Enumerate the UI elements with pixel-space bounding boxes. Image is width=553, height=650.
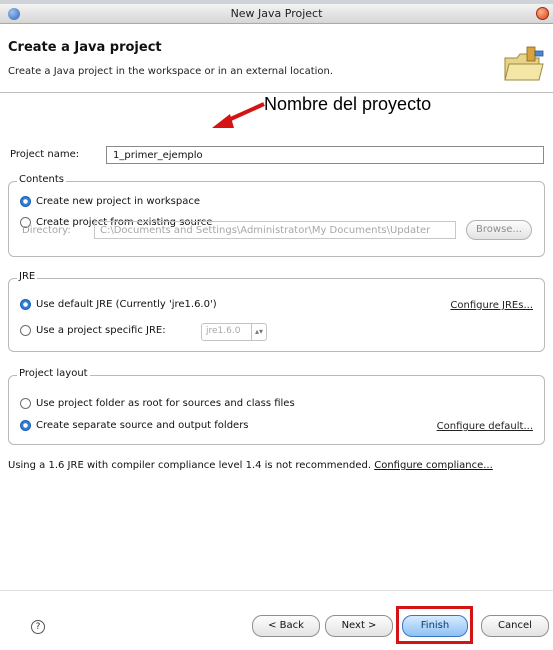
radio-unselected-icon [20,325,31,336]
browse-button[interactable]: Browse... [466,220,532,240]
radio-label: Create new project in workspace [36,196,200,207]
radio-selected-icon [20,420,31,431]
annotation-arrow [212,102,265,128]
back-button[interactable]: < Back [252,615,320,637]
configure-default-link[interactable]: Configure default... [437,421,533,432]
project-name-input[interactable]: 1_primer_ejemplo [106,146,544,164]
window-title: New Java Project [230,7,323,20]
footer-divider [0,590,553,591]
annotation-label: Nombre del proyecto [264,94,432,114]
project-name-label: Project name: [10,149,80,160]
updown-arrow-icon: ▴▾ [251,324,266,340]
compliance-warning: Using a 1.6 JRE with compiler compliance… [8,460,493,471]
jre-group-title: JRE [17,271,38,282]
configure-jres-link[interactable]: Configure JREs... [450,300,533,311]
close-window-button[interactable] [536,7,549,20]
contents-group-title: Contents [17,174,66,185]
folder-wizard-icon [504,46,544,81]
help-icon[interactable]: ? [31,620,45,634]
title-bar: New Java Project [0,4,553,24]
radio-label: Use default JRE (Currently 'jre1.6.0') [36,299,217,310]
radio-selected-icon [20,196,31,207]
radio-label: Create separate source and output folder… [36,420,249,431]
radio-specific-jre[interactable]: Use a project specific JRE: [20,325,166,336]
directory-label: Directory: [22,225,71,236]
jre-select-value: jre1.6.0 [206,326,241,336]
radio-default-jre[interactable]: Use default JRE (Currently 'jre1.6.0') [20,299,217,310]
finish-highlight-box [396,606,473,644]
jre-select[interactable]: jre1.6.0 ▴▾ [201,323,267,341]
wizard-header: Create a Java project Create a Java proj… [0,24,553,93]
page-title: Create a Java project [8,40,162,55]
next-button[interactable]: Next > [325,615,393,637]
radio-label: Use a project specific JRE: [36,325,166,336]
cancel-button[interactable]: Cancel [481,615,549,637]
radio-selected-icon [20,299,31,310]
warning-text: Using a 1.6 JRE with compiler compliance… [8,460,372,471]
configure-compliance-link[interactable]: Configure compliance... [374,460,493,471]
radio-separate-folders[interactable]: Create separate source and output folder… [20,420,249,431]
project-layout-group-title: Project layout [17,368,90,379]
radio-create-new-project[interactable]: Create new project in workspace [20,196,200,207]
directory-input[interactable]: C:\Documents and Settings\Administrator\… [94,221,456,239]
jre-group: JRE [8,271,545,352]
radio-project-folder-root[interactable]: Use project folder as root for sources a… [20,398,295,409]
radio-label: Use project folder as root for sources a… [36,398,295,409]
page-description: Create a Java project in the workspace o… [8,66,334,77]
project-layout-group: Project layout [8,368,545,445]
radio-unselected-icon [20,398,31,409]
